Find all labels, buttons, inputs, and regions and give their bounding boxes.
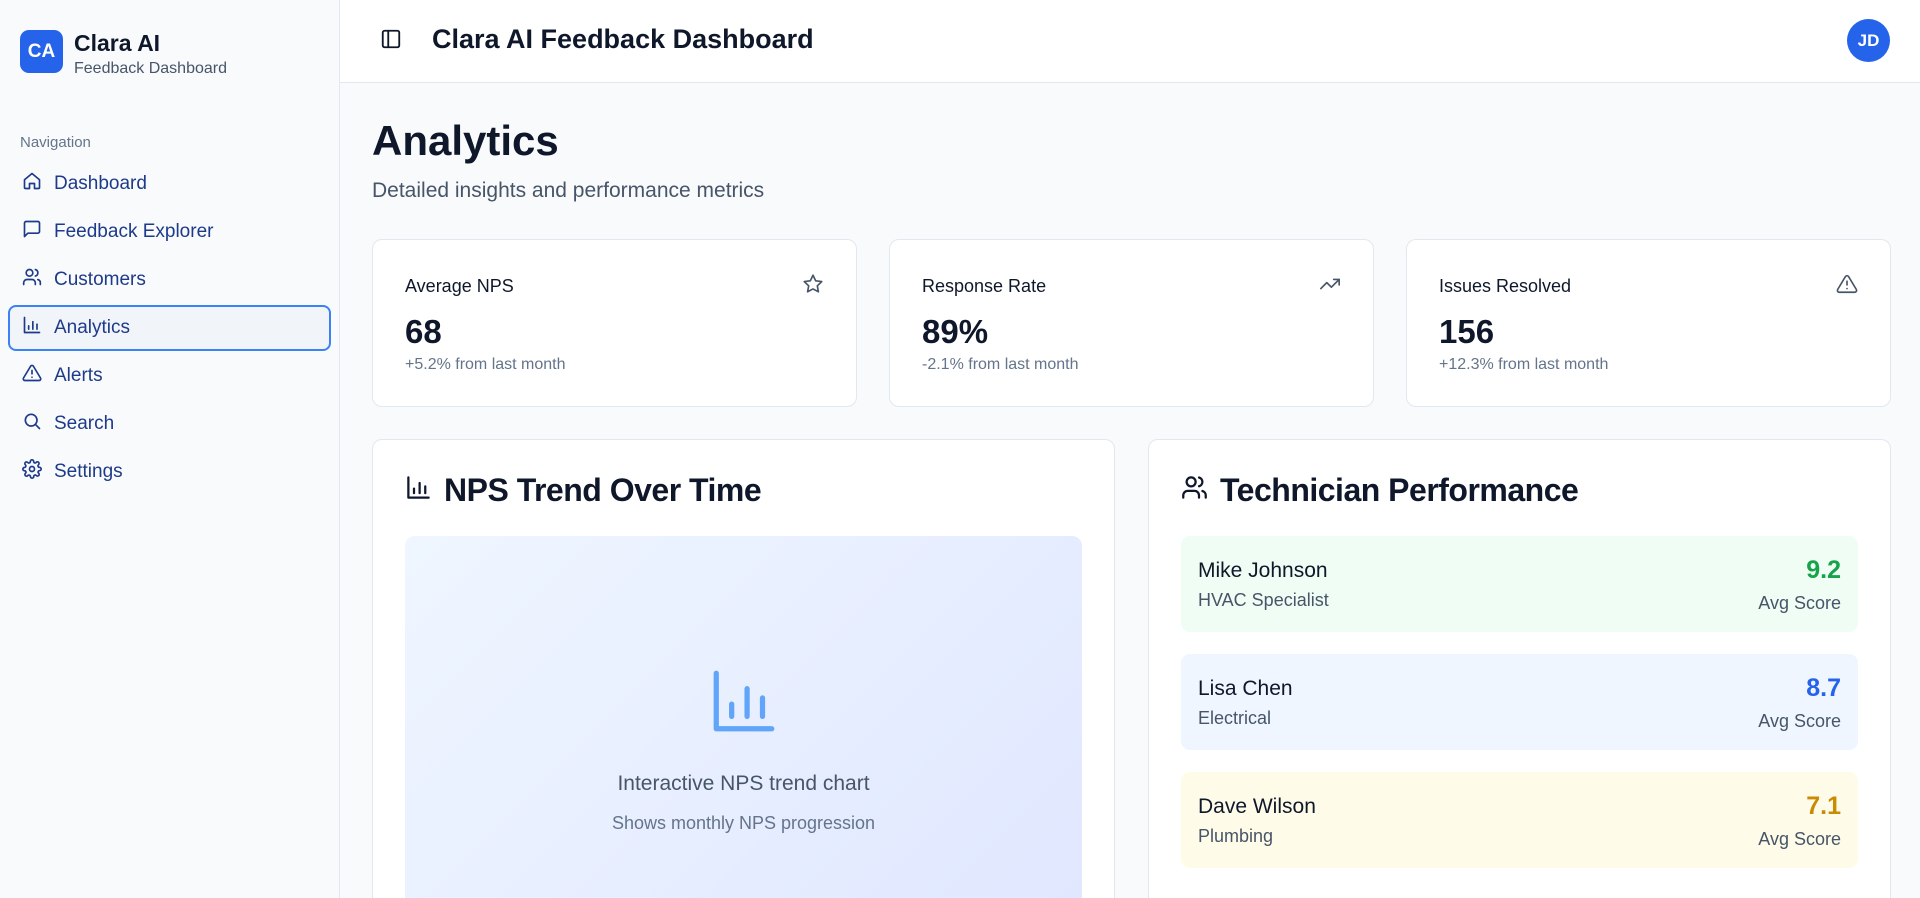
bar-chart-icon bbox=[22, 315, 54, 341]
stat-card-response-rate: Response Rate 89% -2.1% from last month bbox=[889, 239, 1374, 407]
technician-row[interactable]: Lisa Chen Electrical 8.7 Avg Score bbox=[1181, 654, 1858, 750]
sidebar: CA Clara AI Feedback Dashboard Navigatio… bbox=[0, 0, 340, 898]
technician-score: 9.2 bbox=[1806, 556, 1841, 584]
users-icon bbox=[22, 267, 54, 293]
sidebar-item-label: Alerts bbox=[54, 365, 103, 386]
stat-card-header: Issues Resolved bbox=[1439, 273, 1858, 300]
sidebar-item-label: Analytics bbox=[54, 317, 131, 338]
stat-value: 156 bbox=[1439, 313, 1495, 350]
sidebar-item-label: Settings bbox=[54, 461, 123, 482]
technician-row[interactable]: Mike Johnson HVAC Specialist 9.2 Avg Sco… bbox=[1181, 536, 1858, 632]
technician-score-label: Avg Score bbox=[1758, 829, 1841, 849]
home-icon bbox=[22, 171, 54, 197]
technician-role: HVAC Specialist bbox=[1198, 590, 1329, 610]
stat-change: +12.3% from last month bbox=[1439, 356, 1609, 373]
brand-text: Clara AI Feedback Dashboard bbox=[74, 29, 227, 78]
gear-icon bbox=[22, 459, 54, 485]
trending-up-icon bbox=[1319, 273, 1341, 300]
stat-label: Average NPS bbox=[405, 276, 514, 296]
stat-label: Response Rate bbox=[922, 276, 1047, 296]
technician-list: Mike Johnson HVAC Specialist 9.2 Avg Sco… bbox=[1181, 536, 1858, 890]
nps-panel-title: NPS Trend Over Time bbox=[444, 472, 762, 508]
stat-change: +5.2% from last month bbox=[405, 356, 566, 373]
avatar[interactable]: JD bbox=[1847, 19, 1890, 62]
sidebar-item-settings[interactable]: Settings bbox=[8, 449, 331, 495]
stat-card-header: Average NPS bbox=[405, 273, 824, 300]
bar-chart-icon bbox=[707, 664, 781, 738]
nps-trend-panel: NPS Trend Over Time Interactive NPS tren… bbox=[372, 439, 1115, 898]
technician-score: 8.7 bbox=[1806, 674, 1841, 702]
sidebar-item-feedback-explorer[interactable]: Feedback Explorer bbox=[8, 209, 331, 255]
technician-role: Plumbing bbox=[1198, 826, 1274, 846]
stat-card-average-nps: Average NPS 68 +5.2% from last month bbox=[372, 239, 857, 407]
page-subtitle: Detailed insights and performance metric… bbox=[372, 179, 765, 202]
brand: CA Clara AI Feedback Dashboard bbox=[20, 29, 227, 78]
stat-card-header: Response Rate bbox=[922, 273, 1341, 300]
panel-title: NPS Trend Over Time bbox=[405, 472, 762, 509]
brand-subtitle: Feedback Dashboard bbox=[74, 60, 227, 77]
technician-score-label: Avg Score bbox=[1758, 593, 1841, 613]
sidebar-item-analytics[interactable]: Analytics bbox=[8, 305, 331, 351]
chart-placeholder-subtitle: Shows monthly NPS progression bbox=[611, 813, 876, 833]
technician-score-label: Avg Score bbox=[1758, 711, 1841, 731]
nav-section-label: Navigation bbox=[20, 134, 91, 151]
technician-performance-panel: Technician Performance Mike Johnson HVAC… bbox=[1148, 439, 1891, 898]
alert-triangle-icon bbox=[1836, 273, 1858, 300]
search-icon bbox=[22, 411, 54, 437]
sidebar-toggle-button[interactable] bbox=[376, 26, 406, 56]
sidebar-item-search[interactable]: Search bbox=[8, 401, 331, 447]
panel-title: Technician Performance bbox=[1181, 472, 1579, 509]
bar-chart-icon bbox=[405, 472, 444, 509]
stat-value: 68 bbox=[405, 313, 442, 350]
technician-name: Mike Johnson bbox=[1198, 559, 1328, 582]
star-icon bbox=[802, 273, 824, 300]
app: CA Clara AI Feedback Dashboard Navigatio… bbox=[0, 0, 1920, 898]
nps-chart-placeholder[interactable]: Interactive NPS trend chart Shows monthl… bbox=[405, 536, 1082, 898]
page-title: Analytics bbox=[372, 117, 559, 164]
sidebar-item-label: Dashboard bbox=[54, 173, 147, 194]
sidebar-item-customers[interactable]: Customers bbox=[8, 257, 331, 303]
header-title: Clara AI Feedback Dashboard bbox=[432, 24, 814, 54]
technician-row[interactable]: Dave Wilson Plumbing 7.1 Avg Score bbox=[1181, 772, 1858, 868]
sidebar-nav: Dashboard Feedback Explorer Customers An… bbox=[8, 161, 331, 497]
alert-triangle-icon bbox=[22, 363, 54, 389]
message-icon bbox=[22, 219, 54, 245]
panel-left-icon bbox=[380, 28, 402, 55]
technician-role: Electrical bbox=[1198, 708, 1272, 728]
topbar: Clara AI Feedback Dashboard JD bbox=[340, 0, 1920, 83]
technician-score: 7.1 bbox=[1806, 792, 1841, 820]
brand-logo: CA bbox=[20, 30, 63, 73]
sidebar-item-label: Feedback Explorer bbox=[54, 221, 214, 242]
stat-card-issues-resolved: Issues Resolved 156 +12.3% from last mon… bbox=[1406, 239, 1891, 407]
main-content: Clara AI Feedback Dashboard JD Analytics… bbox=[340, 0, 1920, 898]
technician-name: Dave Wilson bbox=[1198, 795, 1316, 818]
brand-name: Clara AI bbox=[74, 30, 161, 56]
sidebar-item-label: Search bbox=[54, 413, 115, 434]
stat-value: 89% bbox=[922, 313, 989, 350]
stat-change: -2.1% from last month bbox=[922, 356, 1079, 373]
sidebar-item-label: Customers bbox=[54, 269, 146, 290]
users-icon bbox=[1181, 472, 1220, 509]
tech-panel-title: Technician Performance bbox=[1220, 472, 1579, 508]
stat-label: Issues Resolved bbox=[1439, 276, 1572, 296]
sidebar-item-dashboard[interactable]: Dashboard bbox=[8, 161, 331, 207]
chart-placeholder-caption: Interactive NPS trend chart bbox=[617, 772, 870, 795]
technician-name: Lisa Chen bbox=[1198, 677, 1293, 700]
sidebar-item-alerts[interactable]: Alerts bbox=[8, 353, 331, 399]
